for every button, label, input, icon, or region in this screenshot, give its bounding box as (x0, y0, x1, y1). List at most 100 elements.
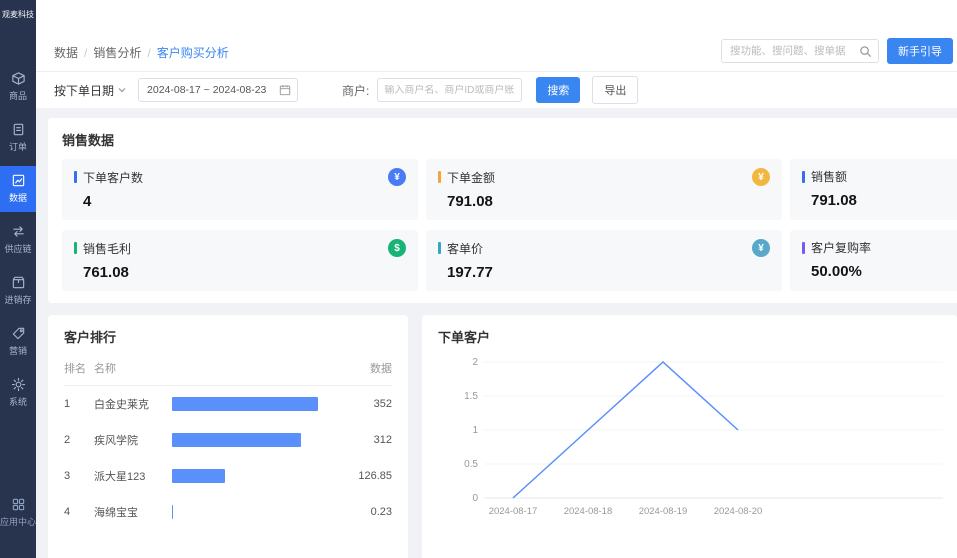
svg-text:2024-08-17: 2024-08-17 (489, 506, 538, 517)
ranking-value: 0.23 (326, 506, 392, 518)
orders-line-chart: 00.511.522024-08-172024-08-182024-08-192… (438, 350, 943, 525)
sidebar-item-label: 数据 (9, 191, 27, 204)
filter-bar: 按下单日期 商户: 搜索 导出 (36, 72, 957, 108)
stat-value: 791.08 (447, 193, 770, 210)
breadcrumb-separator: / (84, 46, 87, 60)
stat-accent-bar (438, 242, 441, 254)
sidebar-item-goods[interactable]: 商品 (0, 64, 36, 110)
date-type-select[interactable]: 按下单日期 (54, 82, 126, 99)
price-icon: ¥ (752, 239, 770, 257)
ranking-bar (172, 469, 225, 483)
main-area: 数据 / 销售分析 / 客户购买分析 新手引导 按下单日期 商户: (36, 0, 957, 558)
topbar-right: 新手引导 (721, 38, 953, 64)
breadcrumb-item[interactable]: 销售分析 (93, 44, 141, 61)
stat-tile: 客户复购率 50.00% (790, 230, 957, 291)
ranking-name: 派大星123 (94, 468, 172, 484)
ranking-rank: 4 (64, 506, 94, 518)
ranking-row: 1白金史莱克352 (64, 386, 392, 422)
stat-label: 客户复购率 (811, 239, 871, 256)
orders-icon (11, 122, 26, 137)
sidebar-item-app-center[interactable]: 应用中心 (0, 497, 36, 528)
stat-accent-bar (802, 171, 805, 183)
content-area: 销售数据 下单客户数¥4下单金额¥791.08销售额791.08销售毛利$761… (36, 108, 957, 558)
stat-label: 客单价 (447, 240, 483, 257)
stat-accent-bar (74, 171, 77, 183)
global-search-box (721, 39, 879, 63)
sidebar-item-label: 订单 (9, 140, 27, 153)
sidebar: 观麦科技 商品订单数据供应链进销存营销系统 应用中心 (0, 0, 36, 558)
sidebar-item-inventory[interactable]: 进销存 (0, 268, 36, 314)
global-search-input[interactable] (730, 45, 859, 57)
sidebar-item-label: 进销存 (4, 293, 31, 306)
chevron-down-icon (118, 86, 126, 94)
ranking-name: 白金史莱克 (94, 396, 172, 412)
bottom-row: 客户排行 排名 名称 数据 1白金史莱克3522疾风学院3123派大星12312… (48, 315, 957, 558)
sidebar-item-label: 系统 (9, 395, 27, 408)
sales-card-title: 销售数据 (62, 130, 957, 149)
inventory-icon (11, 275, 26, 290)
sidebar-item-label: 应用中心 (0, 515, 36, 528)
sidebar-item-data[interactable]: 数据 (0, 166, 36, 212)
sidebar-item-system[interactable]: 系统 (0, 370, 36, 416)
ranking-value: 126.85 (326, 470, 392, 482)
merchant-search-box (377, 78, 522, 102)
svg-text:1.5: 1.5 (464, 391, 478, 402)
breadcrumb-item[interactable]: 数据 (54, 44, 78, 61)
search-icon[interactable] (859, 45, 872, 58)
export-button[interactable]: 导出 (592, 76, 638, 104)
ranking-table-header: 排名 名称 数据 (64, 360, 392, 386)
yuan-icon: ¥ (388, 168, 406, 186)
svg-text:2: 2 (472, 357, 478, 368)
ranking-name: 疾风学院 (94, 432, 172, 448)
stat-value: 761.08 (83, 264, 406, 281)
customer-ranking-card: 客户排行 排名 名称 数据 1白金史莱克3522疾风学院3123派大星12312… (48, 315, 408, 558)
stat-value: 197.77 (447, 264, 770, 281)
chart-card-title: 下单客户 (438, 327, 941, 346)
calendar-icon[interactable] (279, 84, 291, 96)
system-icon (11, 377, 26, 392)
sidebar-item-orders[interactable]: 订单 (0, 115, 36, 161)
breadcrumb-item: 客户购买分析 (157, 44, 229, 61)
sidebar-item-label: 供应链 (4, 242, 31, 255)
svg-text:0: 0 (472, 493, 478, 504)
search-button[interactable]: 搜索 (536, 77, 580, 103)
stat-tile: 销售额791.08 (790, 159, 957, 220)
marketing-icon (11, 326, 26, 341)
breadcrumb-separator: / (147, 46, 150, 60)
stat-label: 销售毛利 (83, 240, 131, 257)
stats-grid: 下单客户数¥4下单金额¥791.08销售额791.08销售毛利$761.08客单… (62, 159, 957, 291)
stat-tile: 客单价 ¥197.77 (426, 230, 782, 291)
merchant-search-input[interactable] (384, 85, 515, 96)
stat-accent-bar (438, 171, 441, 183)
stat-label: 下单金额 (447, 169, 495, 186)
ranking-row: 3派大星123 126.85 (64, 458, 392, 494)
ranking-rows: 1白金史莱克3522疾风学院3123派大星123126.854海绵宝宝0.23 (64, 386, 392, 530)
supply-icon (11, 224, 26, 239)
sidebar-item-label: 营销 (9, 344, 27, 357)
ranking-rank: 2 (64, 434, 94, 446)
profit-icon: $ (388, 239, 406, 257)
sidebar-item-supply[interactable]: 供应链 (0, 217, 36, 263)
svg-text:1: 1 (472, 425, 478, 436)
name-column-header: 名称 (94, 360, 172, 376)
date-range-picker (138, 78, 298, 102)
orders-chart-card: 下单客户 00.511.522024-08-172024-08-182024-0… (422, 315, 957, 558)
merchant-label: 商户: (342, 82, 369, 99)
ranking-name: 海绵宝宝 (94, 504, 172, 520)
stat-tile: 下单金额¥791.08 (426, 159, 782, 220)
date-range-input[interactable] (147, 84, 279, 96)
rank-column-header: 排名 (64, 360, 94, 376)
ranking-rank: 3 (64, 470, 94, 482)
breadcrumb: 数据 / 销售分析 / 客户购买分析 (54, 44, 229, 64)
stat-accent-bar (802, 242, 805, 254)
stat-value: 50.00% (811, 263, 957, 280)
svg-text:2024-08-20: 2024-08-20 (714, 506, 763, 517)
ranking-row: 4海绵宝宝 0.23 (64, 494, 392, 530)
sidebar-nav: 商品订单数据供应链进销存营销系统 (0, 64, 36, 416)
sidebar-item-marketing[interactable]: 营销 (0, 319, 36, 365)
value-column-header: 数据 (326, 360, 392, 376)
stat-tile: 销售毛利 $761.08 (62, 230, 418, 291)
svg-text:0.5: 0.5 (464, 459, 478, 470)
ranking-bar (172, 433, 301, 447)
guide-button[interactable]: 新手引导 (887, 38, 953, 64)
